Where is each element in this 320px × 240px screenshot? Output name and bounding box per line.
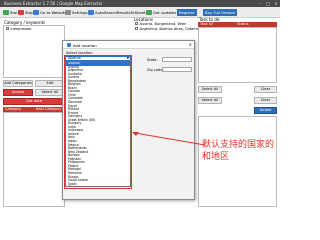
- state-label: State:: [147, 58, 158, 62]
- checkbox[interactable]: [135, 22, 138, 25]
- clear-button[interactable]: Clear: [254, 86, 277, 93]
- buy-label: Buy Full Version: [205, 10, 236, 15]
- gear-icon: [65, 10, 71, 15]
- window-titlebar: Business Extractor 1.7.56 | Google Map E…: [0, 0, 280, 7]
- settings-label: Settings: [72, 10, 88, 15]
- upload-button[interactable]: Upload: [3, 89, 33, 96]
- start-button[interactable]: Start: [3, 9, 19, 16]
- close-icon[interactable]: ×: [272, 0, 280, 7]
- add-categories-button[interactable]: Add Categories: [3, 80, 33, 87]
- register-button[interactable]: Register: [177, 9, 197, 16]
- maximize-icon[interactable]: □: [264, 0, 272, 7]
- select-all-button[interactable]: Select All: [35, 89, 65, 96]
- auto-search-button[interactable]: AutoSearchResultsToSheet: [88, 9, 146, 16]
- register-label: Register: [179, 10, 195, 15]
- go-to-website-label: Go to Website: [40, 10, 67, 15]
- tasks-table: [198, 27, 277, 83]
- go-to-website-button[interactable]: Go to Website: [33, 9, 67, 16]
- list-item-label: Austria, Burgenland, Wien: [139, 21, 187, 26]
- refresh-icon: [146, 10, 152, 15]
- category-list[interactable]: compressor: [3, 25, 65, 78]
- buy-full-version-button[interactable]: Buy Full Version: [203, 9, 238, 16]
- dialog-titlebar: Add location ×: [63, 41, 194, 49]
- state-select[interactable]: [162, 57, 192, 62]
- delete-button[interactable]: Delete: [254, 107, 277, 114]
- stop-button[interactable]: Stop: [18, 9, 34, 16]
- get-updates-label: Get updates: [153, 10, 177, 15]
- highlight-box: [64, 55, 132, 189]
- annotation-text: 默认支持的国家的和地区: [202, 140, 275, 162]
- category-table: [3, 112, 65, 207]
- dialog-title: Add location: [73, 43, 97, 48]
- checkbox[interactable]: [6, 27, 9, 30]
- annotation-arrow: [132, 132, 206, 146]
- zip-code-field[interactable]: [162, 67, 192, 72]
- close-icon[interactable]: ×: [189, 42, 192, 47]
- stop-icon: [18, 10, 24, 15]
- select-all-button[interactable]: Select All: [198, 97, 222, 104]
- settings-button[interactable]: Settings: [65, 9, 88, 16]
- app-icon: [67, 43, 71, 47]
- play-icon: [3, 10, 9, 15]
- edit-button[interactable]: Edit: [35, 80, 65, 87]
- list-item[interactable]: Austria, Burgenland, Wien: [133, 21, 195, 26]
- window-title: Business Extractor 1.7.56 | Google Map E…: [4, 1, 103, 6]
- get-data-button[interactable]: Get data: [3, 98, 65, 105]
- sheet-icon: [88, 10, 94, 15]
- list-item[interactable]: compressor: [4, 26, 64, 31]
- list-item[interactable]: Argentina, Buenos Aires, Catamarca, Chac…: [133, 26, 229, 31]
- auto-search-label: AutoSearchResultsToSheet: [95, 10, 146, 15]
- globe-icon: [33, 10, 39, 15]
- select-all-button[interactable]: Select All: [198, 86, 222, 93]
- checkbox[interactable]: [135, 27, 138, 30]
- get-updates-button[interactable]: Get updates: [146, 9, 176, 16]
- list-item-label: compressor: [10, 26, 32, 31]
- minimize-icon[interactable]: –: [256, 0, 264, 7]
- clear-button[interactable]: Clear: [254, 97, 277, 104]
